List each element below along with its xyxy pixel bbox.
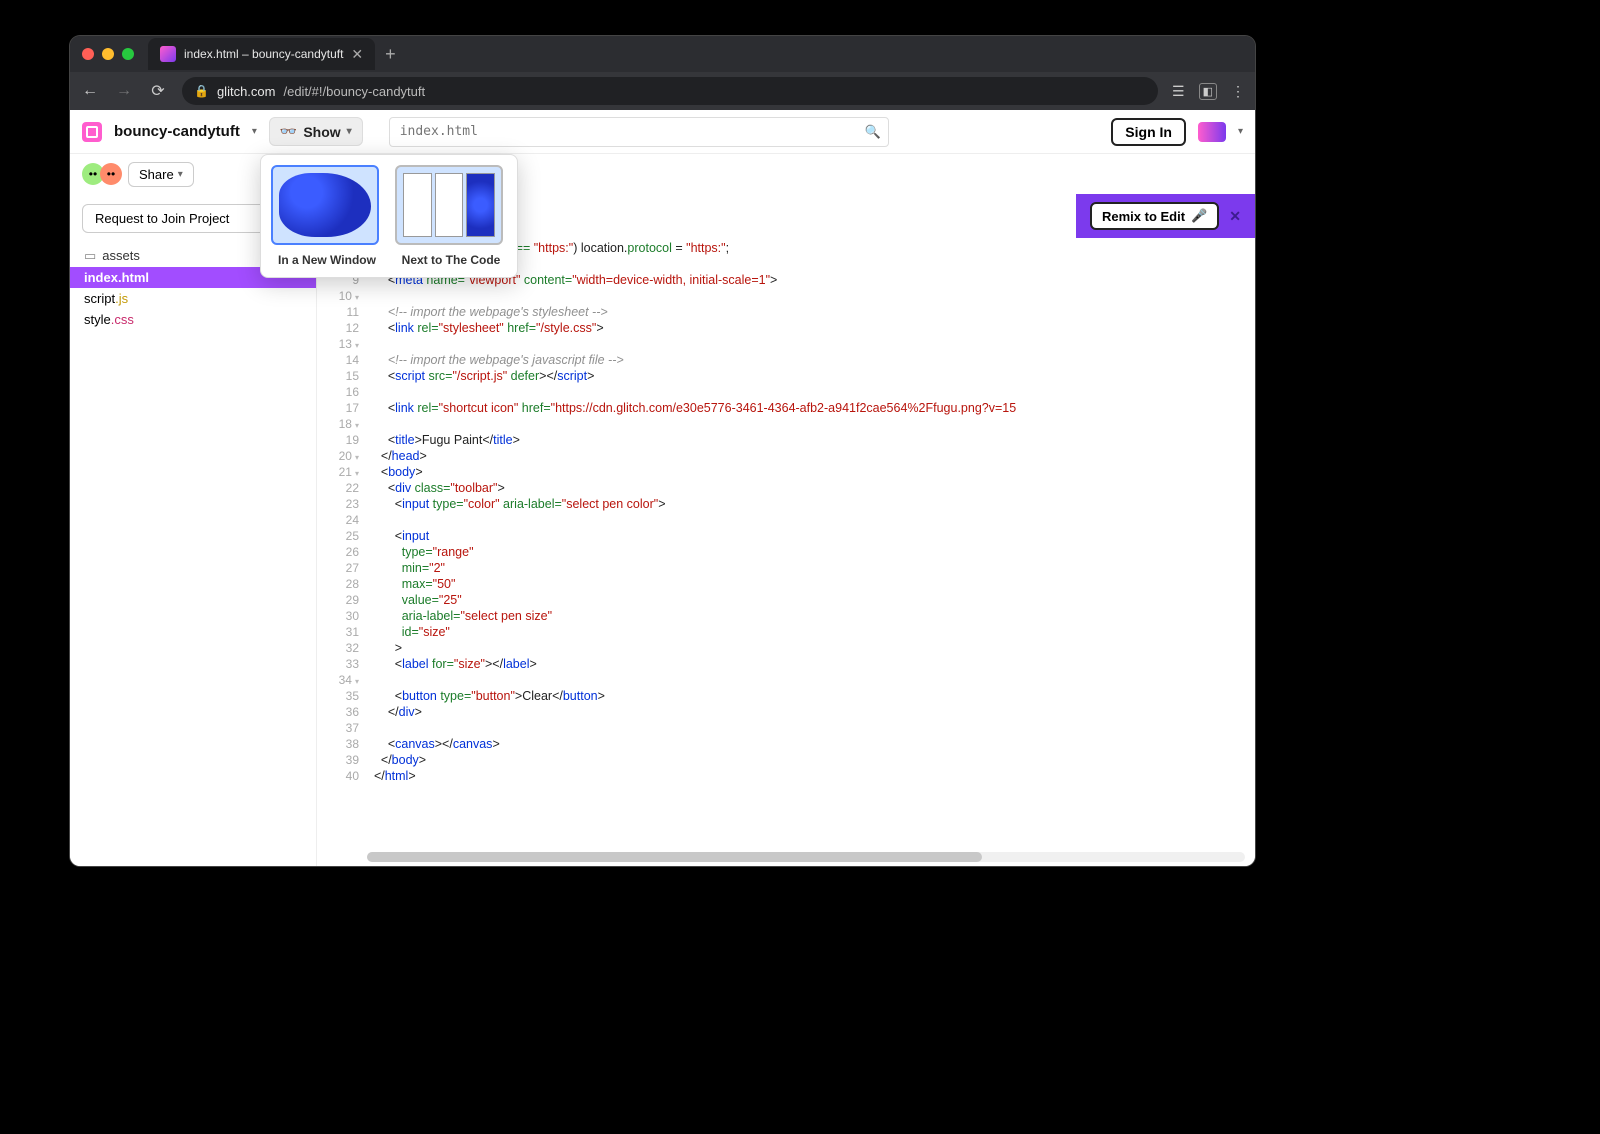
avatar-icon[interactable] — [1198, 122, 1226, 142]
file-sidebar: Request to Join Project ▭assets index.ht… — [70, 194, 316, 866]
folder-icon: ▭ — [84, 248, 96, 263]
code-content[interactable]: protocol !== "https:") location.protocol… — [367, 224, 1255, 846]
browser-toolbar: ← → ⟳ 🔒 glitch.com/edit/#!/bouncy-candyt… — [70, 72, 1255, 110]
glasses-icon: 👓 — [280, 123, 297, 140]
file-script-js[interactable]: script.js — [70, 288, 316, 309]
back-icon[interactable]: ← — [80, 82, 100, 100]
tab-title: index.html – bouncy-candytuft — [184, 47, 343, 61]
show-dropdown: In a New Window Next to The Code — [260, 154, 518, 278]
line-gutter: 3789101112131415161718192021222324252627… — [317, 224, 367, 866]
show-label: Show — [303, 124, 340, 140]
app-topbar: bouncy-candytuft ▾ 👓 Show ▾ 🔍 Sign In ▾ — [70, 110, 1255, 154]
minimize-window-icon[interactable] — [102, 48, 114, 60]
code-editor[interactable]: Remix to Edit🎤 ✕ 37891011121314151617181… — [316, 194, 1255, 866]
forward-icon[interactable]: → — [114, 82, 134, 100]
reload-icon[interactable]: ⟳ — [148, 81, 168, 101]
close-banner-icon[interactable]: ✕ — [1229, 208, 1241, 225]
share-button[interactable]: Share▾ — [128, 162, 194, 187]
collab-bar: •• •• Share▾ — [70, 154, 1255, 194]
menu-icon[interactable]: ⋮ — [1231, 83, 1245, 100]
tab-favicon — [160, 46, 176, 62]
glitch-logo-icon[interactable] — [82, 122, 102, 142]
show-option-next-to-code[interactable]: Next to The Code — [395, 165, 507, 267]
presence-avatars[interactable]: •• •• — [82, 163, 118, 185]
search-icon[interactable]: 🔍 — [865, 124, 881, 140]
lock-icon: 🔒 — [194, 84, 209, 98]
window-titlebar: index.html – bouncy-candytuft ✕ + — [70, 36, 1255, 72]
show-option-new-window[interactable]: In a New Window — [271, 165, 383, 267]
presence-avatar-2: •• — [100, 163, 122, 185]
remix-banner: Remix to Edit🎤 ✕ — [1076, 194, 1255, 238]
file-style-css[interactable]: style.css — [70, 309, 316, 330]
split-preview-icon — [395, 165, 503, 245]
profile-icon[interactable]: ◧ — [1199, 83, 1217, 100]
chevron-down-icon: ▾ — [347, 126, 352, 137]
avatar-chevron-icon[interactable]: ▾ — [1238, 126, 1243, 137]
project-name[interactable]: bouncy-candytuft — [114, 123, 240, 140]
new-tab-button[interactable]: + — [385, 44, 396, 65]
url-host: glitch.com — [217, 84, 276, 99]
chevron-down-icon: ▾ — [178, 169, 183, 180]
traffic-lights — [82, 48, 134, 60]
project-menu-chevron-icon[interactable]: ▾ — [252, 126, 257, 137]
close-tab-icon[interactable]: ✕ — [351, 46, 363, 63]
new-window-preview-icon — [271, 165, 379, 245]
horizontal-scrollbar[interactable] — [367, 852, 1245, 862]
search-input[interactable] — [389, 117, 889, 147]
scrollbar-thumb[interactable] — [367, 852, 982, 862]
signin-button[interactable]: Sign In — [1111, 118, 1186, 146]
glitch-app: bouncy-candytuft ▾ 👓 Show ▾ 🔍 Sign In ▾ … — [70, 110, 1255, 866]
remix-to-edit-button[interactable]: Remix to Edit🎤 — [1090, 202, 1219, 230]
reader-icon[interactable]: ☰ — [1172, 83, 1185, 100]
search-field[interactable]: 🔍 — [389, 117, 889, 147]
microphone-icon: 🎤 — [1191, 208, 1207, 224]
maximize-window-icon[interactable] — [122, 48, 134, 60]
url-path: /edit/#!/bouncy-candytuft — [283, 84, 425, 99]
browser-window: index.html – bouncy-candytuft ✕ + ← → ⟳ … — [70, 36, 1255, 866]
browser-tab[interactable]: index.html – bouncy-candytuft ✕ — [148, 38, 375, 70]
close-window-icon[interactable] — [82, 48, 94, 60]
show-button[interactable]: 👓 Show ▾ — [269, 117, 363, 146]
address-bar[interactable]: 🔒 glitch.com/edit/#!/bouncy-candytuft — [182, 77, 1158, 105]
